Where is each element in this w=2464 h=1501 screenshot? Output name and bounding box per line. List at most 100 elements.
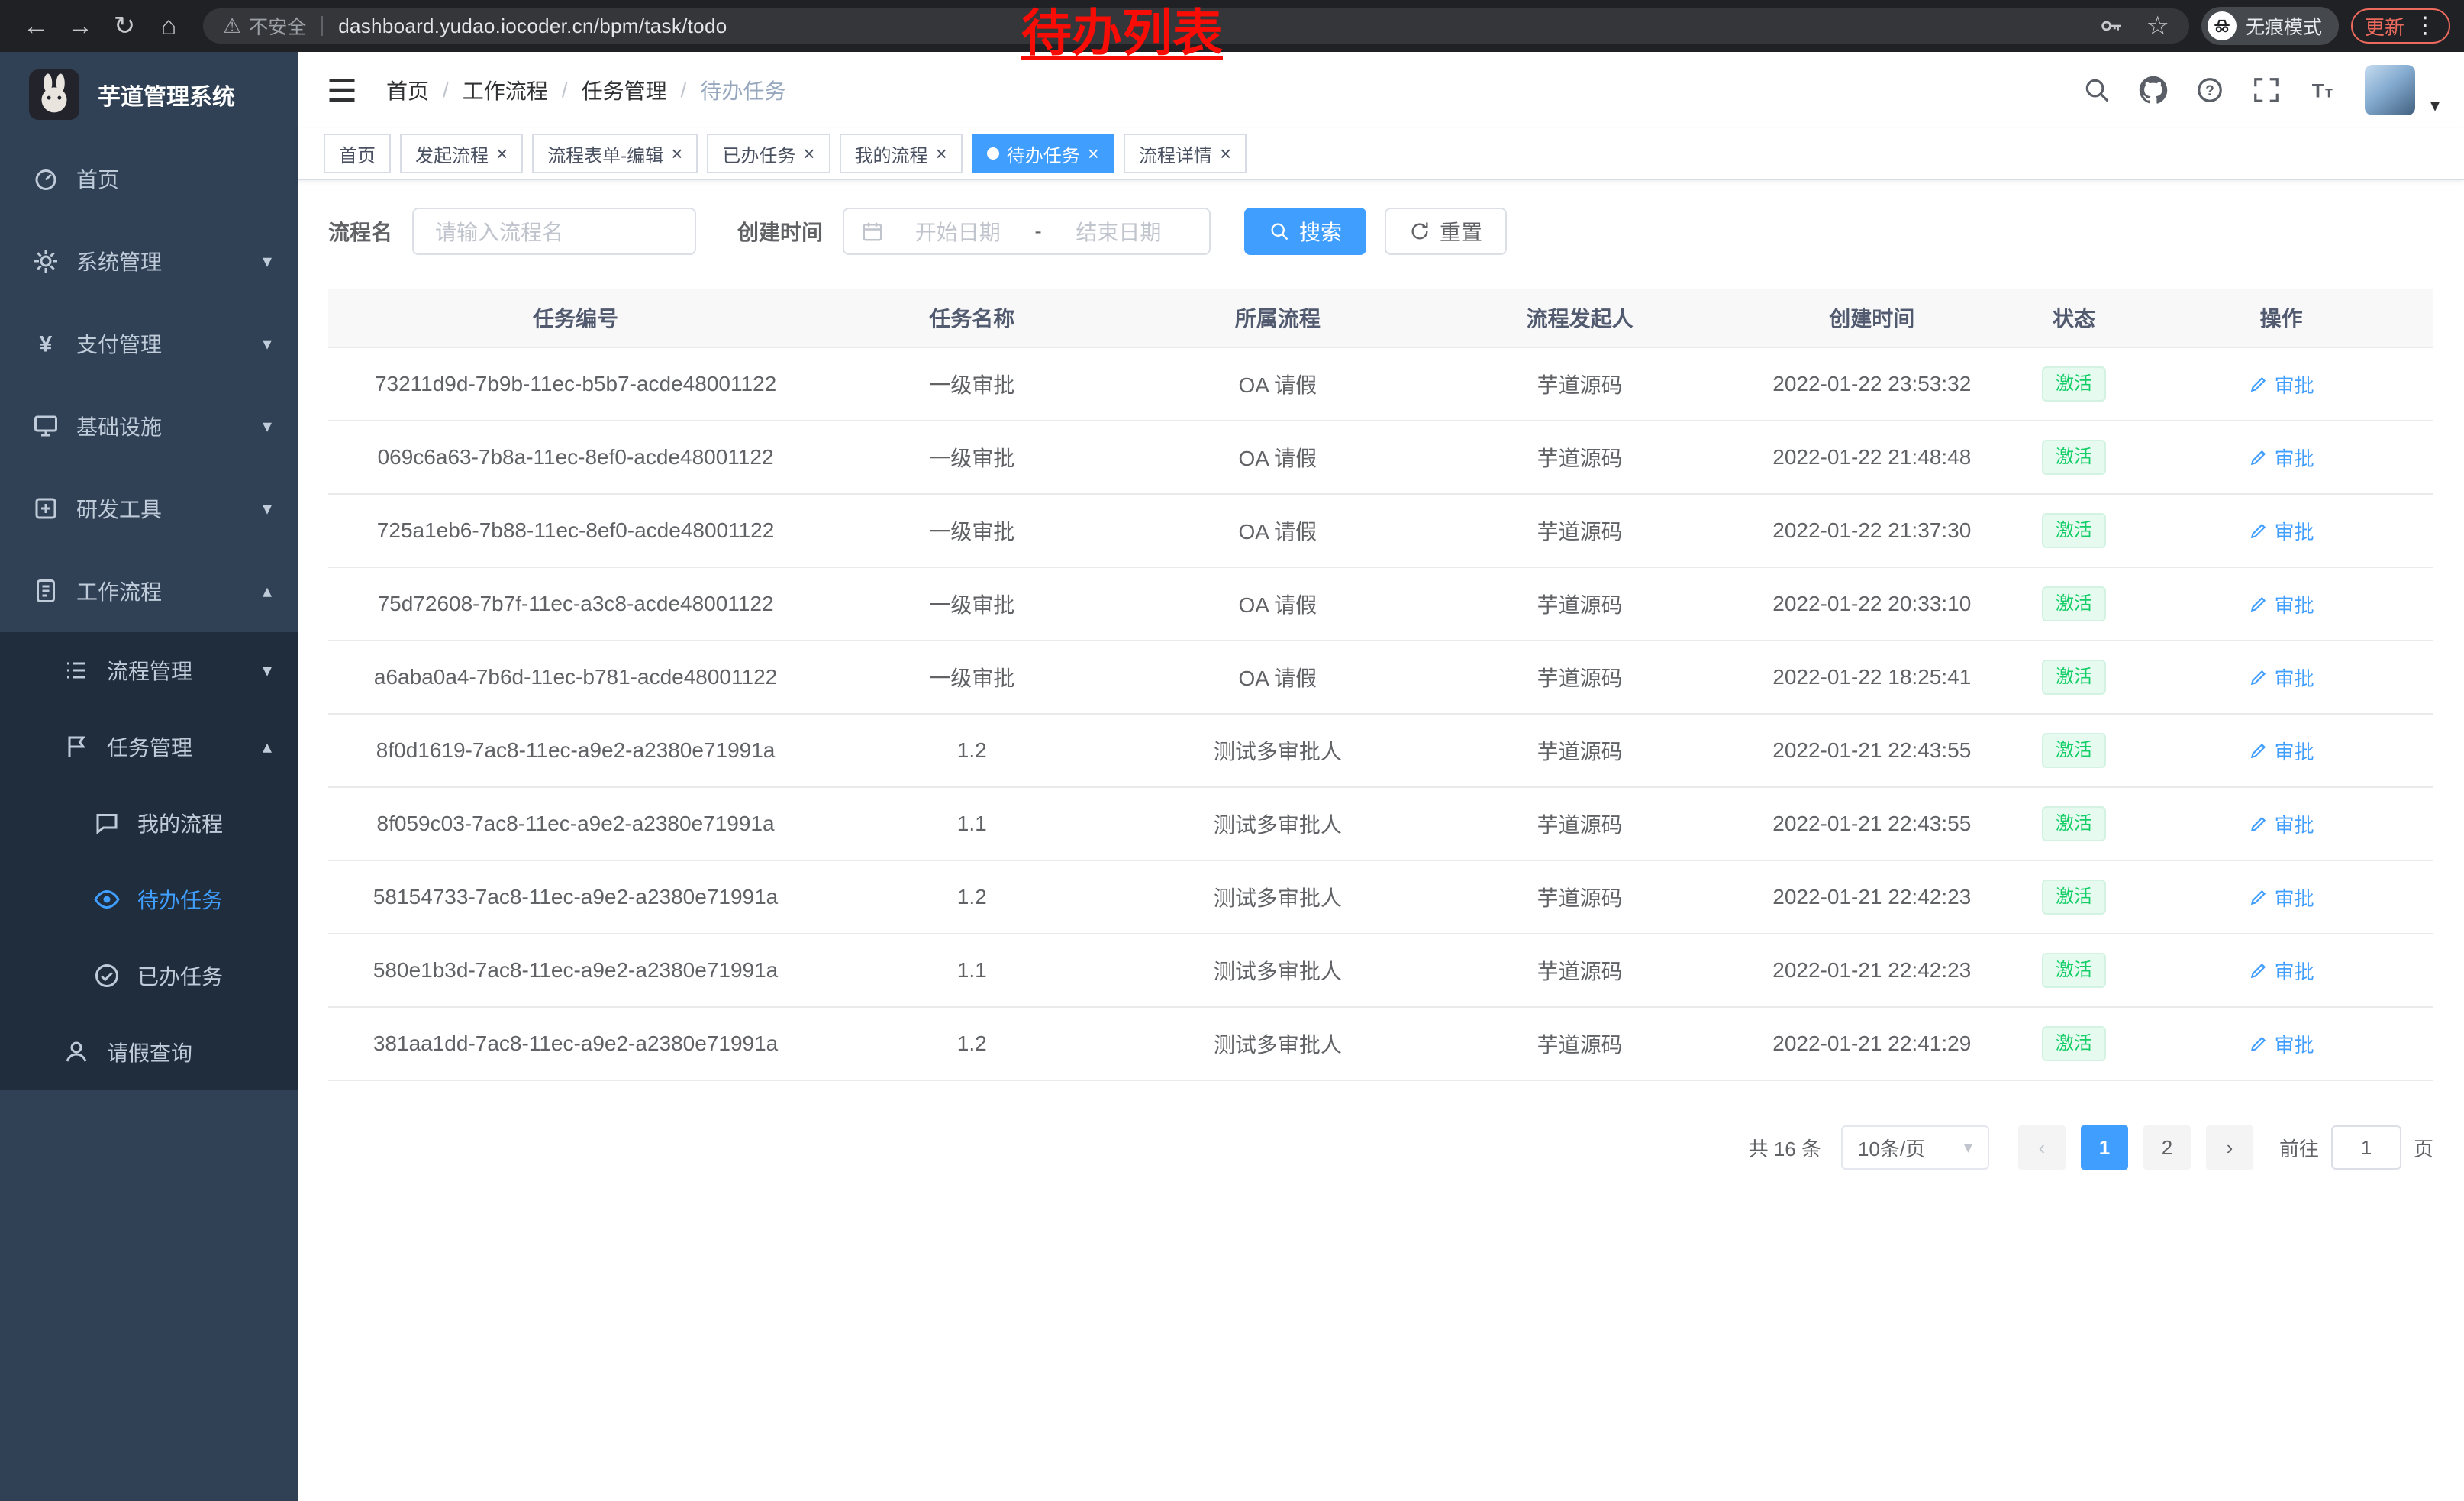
cell-create-time: 2022-01-22 18:25:41 xyxy=(1725,641,2019,715)
column-header: 流程发起人 xyxy=(1434,289,1725,348)
browser-home-icon[interactable]: ⌂ xyxy=(147,4,191,48)
sidebar-toggle-icon[interactable] xyxy=(325,73,359,107)
approve-link[interactable]: 审批 xyxy=(2249,590,2314,618)
status-badge: 激活 xyxy=(2042,806,2106,842)
sidebar-item-process-mgmt[interactable]: 流程管理▾ xyxy=(0,632,298,709)
next-page-button[interactable]: › xyxy=(2206,1125,2253,1170)
chevron-up-icon: ▴ xyxy=(263,736,272,758)
bookmark-star-icon[interactable]: ☆ xyxy=(2146,11,2169,41)
sidebar-item-done-task[interactable]: 已办任务 xyxy=(0,938,298,1014)
cell-process: 测试多审批人 xyxy=(1121,715,1434,788)
tags-view-bar: 首页发起流程×流程表单-编辑×已办任务×我的流程×待办任务×流程详情× xyxy=(298,128,2464,180)
sidebar-item-todo-task[interactable]: 待办任务 xyxy=(0,861,298,938)
column-header: 所属流程 xyxy=(1121,289,1434,348)
cell-action: 审批 xyxy=(2129,348,2433,421)
page-button-2[interactable]: 2 xyxy=(2143,1125,2191,1170)
update-label: 更新 xyxy=(2365,12,2404,40)
avatar[interactable] xyxy=(2365,65,2415,115)
tab-home[interactable]: 首页 xyxy=(324,134,391,173)
browser-forward-icon[interactable]: → xyxy=(58,4,102,48)
tab-my-process[interactable]: 我的流程× xyxy=(840,134,963,173)
close-icon[interactable]: × xyxy=(1088,144,1099,163)
search-button[interactable]: 搜索 xyxy=(1244,208,1366,255)
search-icon[interactable] xyxy=(2082,76,2111,105)
column-header: 任务编号 xyxy=(328,289,823,348)
sidebar-item-leave-query[interactable]: 请假查询 xyxy=(0,1014,298,1090)
sidebar-item-label: 首页 xyxy=(76,163,119,194)
cell-task-id: 58154733-7ac8-11ec-a9e2-a2380e71991a xyxy=(328,861,823,934)
column-header: 状态 xyxy=(2019,289,2130,348)
goto-page: 前往 1 页 xyxy=(2279,1125,2433,1170)
help-icon[interactable]: ? xyxy=(2195,76,2224,105)
goto-page-input[interactable]: 1 xyxy=(2331,1125,2401,1170)
browser-chrome: ← → ↻ ⌂ ⚠ 不安全 dashboard.yudao.iocoder.cn… xyxy=(0,0,2464,52)
close-icon[interactable]: × xyxy=(936,144,947,163)
date-range-picker[interactable]: 开始日期 - 结束日期 xyxy=(843,208,1211,255)
tab-start-process[interactable]: 发起流程× xyxy=(400,134,523,173)
approve-link[interactable]: 审批 xyxy=(2249,517,2314,545)
font-size-icon[interactable]: TT xyxy=(2308,76,2337,105)
github-icon[interactable] xyxy=(2139,76,2168,105)
cell-action: 审批 xyxy=(2129,568,2433,641)
page-size-select[interactable]: 10条/页 ▾ xyxy=(1841,1125,1989,1170)
browser-back-icon[interactable]: ← xyxy=(14,4,58,48)
tab-done-task[interactable]: 已办任务× xyxy=(707,134,830,173)
browser-menu-button[interactable]: 更新 ⋮ xyxy=(2351,8,2450,44)
cell-process: OA 请假 xyxy=(1121,348,1434,421)
password-key-icon[interactable] xyxy=(2098,13,2124,39)
close-icon[interactable]: × xyxy=(496,144,508,163)
app-logo-row[interactable]: 芋道管理系统 xyxy=(0,52,298,137)
approve-link[interactable]: 审批 xyxy=(2249,444,2314,472)
table-row: 8f0d1619-7ac8-11ec-a9e2-a2380e71991a1.2测… xyxy=(328,715,2433,788)
prev-page-button[interactable]: ‹ xyxy=(2018,1125,2066,1170)
tab-label: 待办任务 xyxy=(1007,140,1080,167)
sidebar-item-label: 请假查询 xyxy=(107,1037,192,1067)
cell-task-id: 8f059c03-7ac8-11ec-a9e2-a2380e71991a xyxy=(328,788,823,861)
sidebar-item-my-process[interactable]: 我的流程 xyxy=(0,785,298,861)
reset-button[interactable]: 重置 xyxy=(1385,208,1507,255)
approve-link[interactable]: 审批 xyxy=(2249,663,2314,692)
breadcrumb-item-home[interactable]: 首页 xyxy=(386,75,429,105)
status-badge: 激活 xyxy=(2042,953,2106,989)
close-icon[interactable]: × xyxy=(671,144,682,163)
table-row: 069c6a63-7b8a-11ec-8ef0-acde48001122一级审批… xyxy=(328,421,2433,495)
process-name-label: 流程名 xyxy=(328,216,392,247)
approve-link[interactable]: 审批 xyxy=(2249,810,2314,838)
sidebar-item-system[interactable]: 系统管理▾ xyxy=(0,220,298,302)
close-icon[interactable]: × xyxy=(1220,144,1231,163)
close-icon[interactable]: × xyxy=(803,144,814,163)
browser-reload-icon[interactable]: ↻ xyxy=(102,4,147,48)
cell-task-id: 069c6a63-7b8a-11ec-8ef0-acde48001122 xyxy=(328,421,823,495)
sidebar-item-label: 支付管理 xyxy=(76,328,162,359)
approve-link[interactable]: 审批 xyxy=(2249,883,2314,912)
page-button-1[interactable]: 1 xyxy=(2081,1125,2128,1170)
cell-action: 审批 xyxy=(2129,861,2433,934)
table-row: 725a1eb6-7b88-11ec-8ef0-acde48001122一级审批… xyxy=(328,495,2433,568)
cell-task-name: 1.2 xyxy=(823,861,1121,934)
approve-link[interactable]: 审批 xyxy=(2249,957,2314,985)
tab-process-detail[interactable]: 流程详情× xyxy=(1124,134,1247,173)
cell-create-time: 2022-01-21 22:42:23 xyxy=(1725,861,2019,934)
cell-status: 激活 xyxy=(2019,861,2130,934)
cell-create-time: 2022-01-21 22:43:55 xyxy=(1725,715,2019,788)
approve-link[interactable]: 审批 xyxy=(2249,1030,2314,1058)
fullscreen-icon[interactable] xyxy=(2252,76,2281,105)
sidebar-item-payment[interactable]: ¥支付管理▾ xyxy=(0,302,298,385)
sidebar-item-label: 待办任务 xyxy=(137,884,223,915)
cell-task-name: 一级审批 xyxy=(823,421,1121,495)
tab-form-edit[interactable]: 流程表单-编辑× xyxy=(532,134,698,173)
svg-text:T: T xyxy=(2325,88,2333,101)
sidebar-item-dev-tools[interactable]: 研发工具▾ xyxy=(0,467,298,550)
breadcrumb-item-task-mgmt[interactable]: 任务管理 xyxy=(582,75,667,105)
sidebar-item-task-mgmt[interactable]: 任务管理▴ xyxy=(0,709,298,785)
status-badge: 激活 xyxy=(2042,586,2106,622)
sidebar-item-infrastructure[interactable]: 基础设施▾ xyxy=(0,385,298,467)
approve-link[interactable]: 审批 xyxy=(2249,370,2314,399)
tab-todo-task[interactable]: 待办任务 × xyxy=(972,134,1114,173)
breadcrumb-item-workflow[interactable]: 工作流程 xyxy=(463,75,548,105)
sidebar-item-workflow[interactable]: 工作流程▴ xyxy=(0,550,298,632)
process-name-input[interactable]: 请输入流程名 xyxy=(412,208,696,255)
sidebar-item-home[interactable]: 首页 xyxy=(0,137,298,220)
approve-link[interactable]: 审批 xyxy=(2249,737,2314,765)
table-row: 58154733-7ac8-11ec-a9e2-a2380e71991a1.2测… xyxy=(328,861,2433,934)
